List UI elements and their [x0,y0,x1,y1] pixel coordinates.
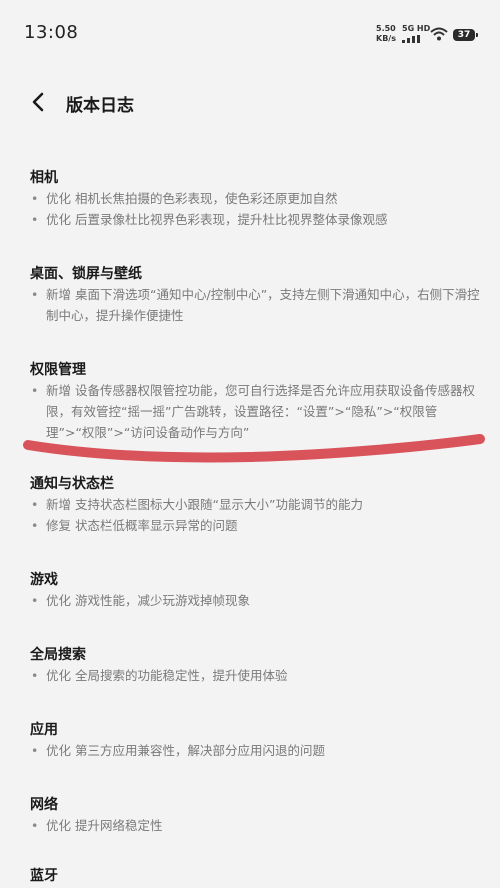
section-title: 游戏 [30,572,58,588]
list-item: • 优化 第三方应用兼容性，解决部分应用闪退的问题 [31,743,326,758]
section-bluetooth: 蓝牙 [30,866,480,886]
network-speed: 5.50 KB/s [376,24,396,43]
section-title: 全局搜索 [30,647,86,663]
section-title: 应用 [30,722,58,738]
section-games: 游戏 • 优化 游戏性能，减少玩游戏掉帧现象 [30,570,480,611]
list-item: • 优化 游戏性能，减少玩游戏掉帧现象 [31,593,251,608]
red-underline-annotation [23,434,485,463]
wifi-icon [430,27,448,41]
back-icon[interactable] [28,91,50,113]
list-item: • 新增 支持状态栏图标大小跟随“显示大小”功能调节的能力 [31,497,363,512]
list-item: • 优化 后置录像杜比视界色彩表现，提升杜比视界整体录像观感 [31,212,388,227]
list-item: • 优化 全局搜索的功能稳定性，提升使用体验 [31,668,288,683]
section-title: 蓝牙 [30,868,58,884]
section-title: 权限管理 [30,362,86,378]
status-bar: 13:08 5.50 KB/s 5G HD 37 [0,0,500,64]
battery-icon: 37 [453,29,478,41]
section-title: 桌面、锁屏与壁纸 [30,266,142,282]
list-item: • 优化 相机长焦拍摄的色彩表现，使色彩还原更加自然 [31,191,338,206]
status-time: 13:08 [24,22,79,43]
section-title: 相机 [30,170,58,186]
section-desktop: 桌面、锁屏与壁纸 • 新增 桌面下滑选项“通知中心/控制中心”，支持左侧下滑通知中心… [30,264,480,326]
page-title: 版本日志 [66,96,134,116]
section-camera: 相机 • 优化 相机长焦拍摄的色彩表现，使色彩还原更加自然 • 优化 后置录像杜比视界色… [30,168,480,230]
signal-icon [402,35,420,43]
list-item: • 新增 桌面下滑选项“通知中心/控制中心”，支持左侧下滑通知中心，右侧下滑控制中心… [31,287,480,323]
section-title: 通知与状态栏 [30,476,114,492]
network-type: 5G HD [402,24,431,33]
section-notifications: 通知与状态栏 • 新增 支持状态栏图标大小跟随“显示大小”功能调节的能力 • 修复 状态… [30,474,480,536]
section-search: 全局搜索 • 优化 全局搜索的功能稳定性，提升使用体验 [30,645,480,686]
list-item: • 修复 状态栏低概率显示异常的问题 [31,518,238,533]
section-network: 网络 • 优化 提升网络稳定性 [30,795,480,836]
list-item: • 优化 提升网络稳定性 [31,818,163,833]
page-header: 版本日志 [0,80,500,124]
section-apps: 应用 • 优化 第三方应用兼容性，解决部分应用闪退的问题 [30,720,480,761]
section-title: 网络 [30,797,58,813]
